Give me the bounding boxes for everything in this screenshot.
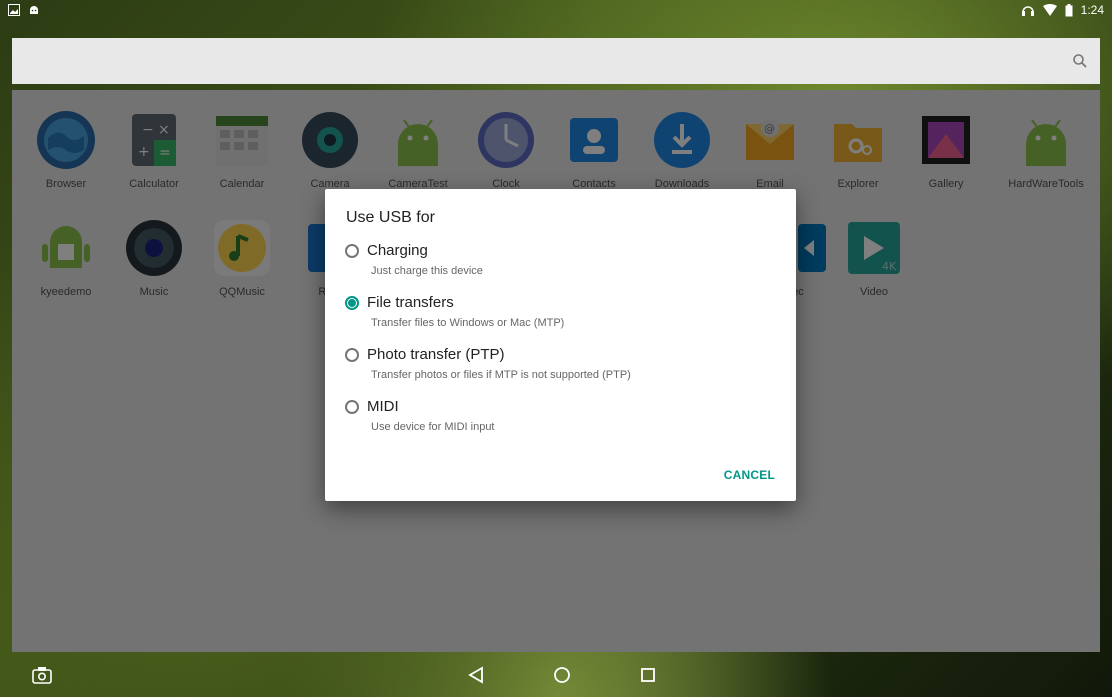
- option-charging[interactable]: Charging Just charge this device: [345, 242, 775, 277]
- radio-photo-transfer[interactable]: [345, 347, 359, 362]
- navigation-bar: [0, 655, 1112, 697]
- back-icon[interactable]: [466, 665, 486, 685]
- usb-dialog: Use USB for Charging Just charge this de…: [325, 189, 796, 501]
- radio-selected-dot: [348, 298, 356, 307]
- option-label: Charging: [367, 242, 428, 259]
- screenshot-icon[interactable]: [32, 665, 52, 685]
- option-midi[interactable]: MIDI Use device for MIDI input: [345, 398, 775, 433]
- battery-icon: [1065, 3, 1073, 16]
- option-description: Just charge this device: [371, 265, 483, 277]
- option-description: Use device for MIDI input: [371, 421, 495, 433]
- option-photo-transfer[interactable]: Photo transfer (PTP) Transfer photos or …: [345, 346, 775, 381]
- search-icon[interactable]: [1072, 53, 1088, 69]
- headset-icon: [1021, 6, 1034, 16]
- option-description: Transfer photos or files if MTP is not s…: [371, 369, 631, 381]
- radio-midi[interactable]: [345, 399, 359, 414]
- cancel-button[interactable]: CANCEL: [724, 468, 775, 482]
- option-description: Transfer files to Windows or Mac (MTP): [371, 317, 565, 329]
- wifi-icon: [1042, 4, 1057, 16]
- android-notification-icon: [30, 6, 38, 14]
- recents-icon[interactable]: [638, 665, 658, 685]
- option-file-transfers[interactable]: File transfers Transfer files to Windows…: [345, 294, 775, 329]
- status-left: [8, 4, 40, 16]
- status-time: 1:24: [1080, 3, 1104, 17]
- option-label: File transfers: [367, 294, 454, 311]
- dialog-title: Use USB for: [346, 209, 435, 226]
- option-label: MIDI: [367, 398, 399, 415]
- radio-file-transfers[interactable]: [345, 295, 359, 310]
- status-bar: 1:24: [0, 0, 1112, 20]
- image-notification-icon: [8, 4, 20, 16]
- app-search-bar[interactable]: [12, 38, 1100, 84]
- option-label: Photo transfer (PTP): [367, 346, 505, 363]
- radio-charging[interactable]: [345, 243, 359, 258]
- home-icon[interactable]: [552, 665, 572, 685]
- status-right: 1:24: [1021, 3, 1104, 17]
